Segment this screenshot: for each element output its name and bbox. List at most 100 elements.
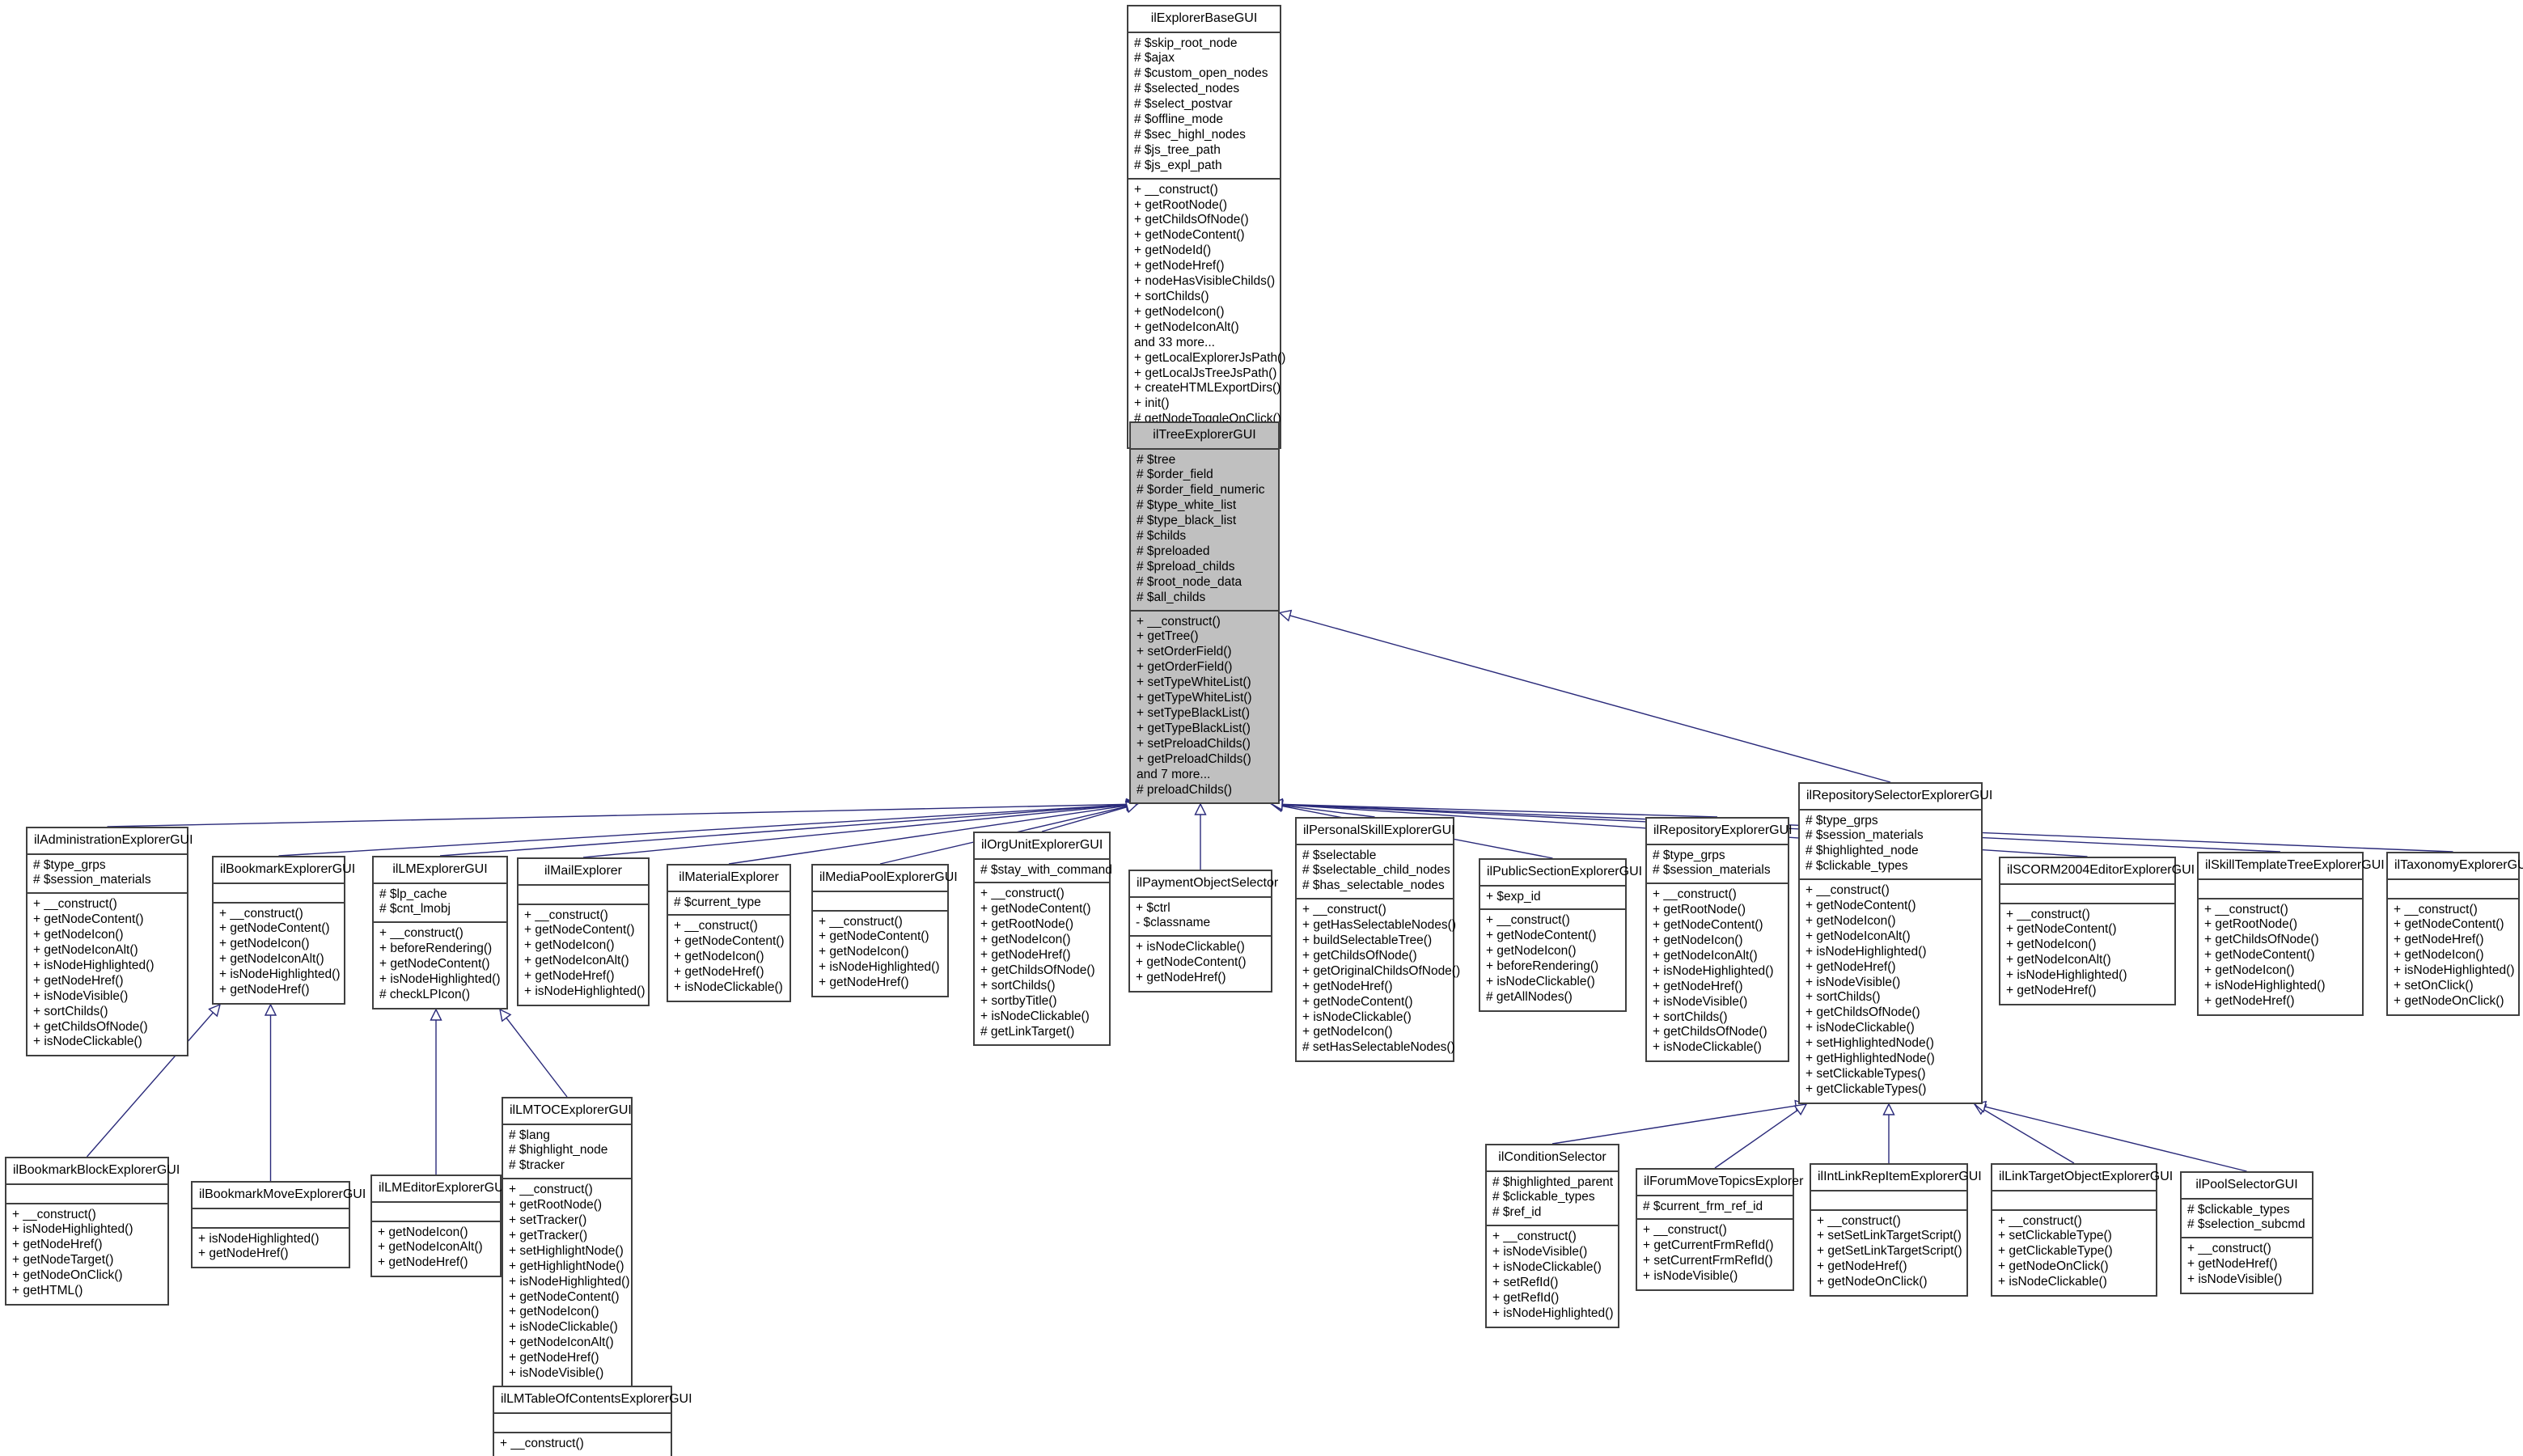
- class-operations: + __construct() + getRootNode() + getNodeC…: [1647, 884, 1788, 1060]
- attribute-line: # $select_postvar: [1134, 97, 1233, 112]
- operation-line: + getNodeHref(): [1136, 971, 1226, 985]
- attribute-line: # $tracker: [509, 1158, 565, 1173]
- class-attributes: [372, 1203, 500, 1222]
- operation-line: + setCurrentFrmRefId(): [1643, 1254, 1773, 1268]
- class-attributes: + $ctrl - $classname: [1130, 898, 1271, 938]
- uml-class-ilRepositorySelectorExplorerGUI[interactable]: ilRepositorySelectorExplorerGUI # $type_g…: [1798, 782, 1992, 1104]
- uml-class-ilMailExplorer[interactable]: ilMailExplorer + __construct() + getNodeCo…: [517, 857, 650, 1006]
- operation-line: + setClickableTypes(): [1805, 1067, 1926, 1081]
- operation-line: + getHighlightNode(): [509, 1259, 624, 1273]
- operation-line: + nodeHasVisibleChilds(): [1134, 274, 1276, 289]
- operation-line: + sortbyTitle(): [980, 993, 1057, 1008]
- uml-class-ilBookmarkExplorerGUI[interactable]: ilBookmarkExplorerGUI + __construct() + ge…: [212, 856, 355, 1005]
- operation-line: + isNodeClickable(): [1136, 940, 1245, 954]
- uml-class-ilMaterialExplorer[interactable]: ilMaterialExplorer # $current_type + __con…: [667, 864, 791, 1002]
- operation-line: # getAllNodes(): [1486, 989, 1573, 1004]
- operation-line: + getNodeIcon(): [674, 950, 764, 964]
- attribute-line: # $preloaded: [1137, 544, 1210, 558]
- operation-line: + getNodeIcon(): [1805, 913, 1896, 928]
- operation-line: + getNodeIcon(): [33, 928, 124, 942]
- operation-line: + __construct(): [1805, 883, 1890, 898]
- uml-class-ilLMEditorExplorerGUI[interactable]: ilLMEditorExplorerGUI + getNodeIcon() + ge…: [370, 1175, 507, 1278]
- uml-class-ilForumMoveTopicsExplorer[interactable]: ilForumMoveTopicsExplorer # $current_frm_…: [1636, 1168, 1803, 1292]
- operation-line: + getNodeIcon(): [1134, 304, 1225, 319]
- operation-line: + setPreloadChilds(): [1137, 736, 1251, 751]
- operation-line: + __construct(): [2204, 902, 2288, 916]
- attribute-line: # $custom_open_nodes: [1134, 66, 1268, 81]
- operation-line: + isNodeHighlighted(): [1805, 944, 1927, 959]
- class-operations: + __construct() + isNodeVisible() + isNode…: [1487, 1226, 1618, 1326]
- class-name: ilSkillTemplateTreeExplorerGUI: [2199, 853, 2385, 880]
- operation-line: + isNodeHighlighted(): [12, 1222, 133, 1237]
- operation-line: + getChildsOfNode(): [1653, 1025, 1767, 1039]
- uml-class-ilPublicSectionExplorerGUI[interactable]: ilPublicSectionExplorerGUI + $exp_id + __c…: [1479, 858, 1642, 1012]
- attribute-line: # $selectable_child_nodes: [1302, 863, 1450, 878]
- class-operations: + __construct() + getNodeContent() + getRo…: [975, 883, 1109, 1044]
- uml-class-ilMediaPoolExplorerGUI[interactable]: ilMediaPoolExplorerGUI + __construct() + g…: [811, 864, 958, 998]
- uml-class-ilExplorerBaseGUI[interactable]: ilExplorerBaseGUI # $skip_root_node # $aja…: [1127, 5, 1285, 450]
- operation-line: + isNodeClickable(): [33, 1035, 142, 1049]
- operation-line: and 33 more...: [1134, 335, 1215, 349]
- uml-class-ilPoolSelectorGUI[interactable]: ilPoolSelectorGUI # $clickable_types # $se…: [2180, 1171, 2313, 1295]
- operation-line: + init(): [1134, 396, 1170, 411]
- class-name: ilForumMoveTopicsExplorer: [1637, 1170, 1803, 1196]
- operation-line: + __construct(): [1653, 887, 1737, 902]
- operation-line: + isNodeClickable(): [1998, 1275, 2107, 1289]
- attribute-line: # $type_black_list: [1137, 514, 1237, 528]
- operation-line: + isNodeClickable(): [1492, 1260, 1602, 1275]
- uml-class-ilBookmarkMoveExplorerGUI[interactable]: ilBookmarkMoveExplorerGUI + isNodeHighlig…: [191, 1181, 366, 1269]
- class-name: ilPaymentObjectSelector: [1130, 871, 1278, 898]
- class-operations: + __construct() + getCurrentFrmRefId() + s…: [1637, 1220, 1793, 1289]
- attribute-line: # $has_selectable_nodes: [1302, 878, 1445, 893]
- attribute-line: # $skip_root_node: [1134, 36, 1238, 50]
- operation-line: + isNodeHighlighted(): [219, 967, 341, 982]
- class-name: ilBookmarkMoveExplorerGUI: [193, 1183, 366, 1209]
- attribute-line: # $ref_id: [1492, 1205, 1542, 1220]
- class-name: ilLMTOCExplorerGUI: [503, 1098, 632, 1125]
- uml-class-ilPersonalSkillExplorerGUI[interactable]: ilPersonalSkillExplorerGUI # $selectable #…: [1295, 817, 1460, 1063]
- class-attributes: # $lp_cache # $cnt_lmobj: [374, 884, 506, 924]
- operation-line: + isNodeHighlighted(): [524, 984, 646, 999]
- operation-line: + getNodeIconAlt(): [2006, 953, 2111, 967]
- uml-class-ilLMExplorerGUI[interactable]: ilLMExplorerGUI # $lp_cache # $cnt_lmobj + …: [372, 856, 508, 1009]
- attribute-line: # $clickable_types: [2187, 1202, 2290, 1217]
- uml-class-ilIntLinkRepItemExplorerGUI[interactable]: ilIntLinkRepItemExplorerGUI + __construct…: [1810, 1163, 1982, 1297]
- class-operations: + __construct() + getNodeContent() + getNo…: [214, 904, 344, 1003]
- class-name: ilRepositorySelectorExplorerGUI: [1800, 784, 1992, 811]
- operation-line: # checkLPIcon(): [379, 987, 470, 1001]
- operation-line: + getNodeHref(): [2394, 933, 2484, 947]
- class-attributes: + $exp_id: [1480, 887, 1625, 911]
- uml-class-ilRepositoryExplorerGUI[interactable]: ilRepositoryExplorerGUI # $type_grps # $se…: [1645, 817, 1793, 1063]
- operation-line: + getNodeIcon(): [219, 937, 310, 951]
- uml-class-ilBookmarkBlockExplorerGUI[interactable]: ilBookmarkBlockExplorerGUI + __construct(…: [5, 1157, 180, 1306]
- uml-class-ilLMTOCExplorerGUI[interactable]: ilLMTOCExplorerGUI # $lang # $highlight_no…: [502, 1097, 633, 1389]
- attribute-line: # $sec_highl_nodes: [1134, 127, 1246, 142]
- operation-line: + getNodeIcon(): [2204, 963, 2295, 978]
- operation-line: + getTypeWhiteList(): [1137, 691, 1252, 705]
- attribute-line: # $highlighted_parent: [1492, 1175, 1614, 1189]
- operation-line: + isNodeClickable(): [674, 980, 783, 995]
- uml-class-ilPaymentObjectSelector[interactable]: ilPaymentObjectSelector + $ctrl - $classna…: [1128, 870, 1278, 993]
- uml-class-ilOrgUnitExplorerGUI[interactable]: ilOrgUnitExplorerGUI # $stay_with_command…: [973, 832, 1112, 1047]
- uml-class-ilLinkTargetObjectExplorerGUI[interactable]: ilLinkTargetObjectExplorerGUI + __constru…: [1991, 1163, 2173, 1297]
- uml-class-ilSkillTemplateTreeExplorerGUI[interactable]: ilSkillTemplateTreeExplorerGUI + __constr…: [2197, 852, 2385, 1016]
- operation-line: + getNodeIconAlt(): [1134, 320, 1239, 334]
- operation-line: + getNodeIcon(): [980, 933, 1071, 947]
- operation-line: + getNodeContent(): [1134, 228, 1245, 243]
- uml-class-ilLMTableOfContentsExplorerGUI[interactable]: ilLMTableOfContentsExplorerGUI + __constr…: [493, 1386, 692, 1456]
- operation-line: + getNodeIconAlt(): [378, 1240, 483, 1255]
- operation-line: + getNodeHref(): [2006, 984, 2097, 998]
- operation-line: + getNodeHref(): [1817, 1259, 1907, 1274]
- class-attributes: [214, 884, 344, 904]
- uml-class-ilTaxonomyExplorerGUI[interactable]: ilTaxonomyExplorerGUI + __construct() + ge…: [2386, 852, 2523, 1016]
- class-name: ilLMEditorExplorerGUI: [372, 1176, 507, 1203]
- uml-class-ilTreeExplorerGUI[interactable]: ilTreeExplorerGUI # $tree # $order_field # …: [1129, 421, 1280, 805]
- uml-class-ilAdministrationExplorerGUI[interactable]: ilAdministrationExplorerGUI # $type_grps #…: [26, 827, 193, 1057]
- class-name: ilLMExplorerGUI: [374, 857, 506, 884]
- operation-line: + isNodeHighlighted(): [819, 960, 940, 975]
- attribute-line: # $selectable: [1302, 848, 1377, 862]
- uml-class-ilConditionSelector[interactable]: ilConditionSelector # $highlighted_parent…: [1485, 1144, 1619, 1328]
- operation-line: + getNodeHref(): [378, 1255, 468, 1270]
- class-attributes: # $lang # $highlight_node # $tracker: [503, 1125, 631, 1180]
- uml-class-ilSCORM2004EditorExplorerGUI[interactable]: ilSCORM2004EditorExplorerGUI + __construc…: [1999, 857, 2195, 1005]
